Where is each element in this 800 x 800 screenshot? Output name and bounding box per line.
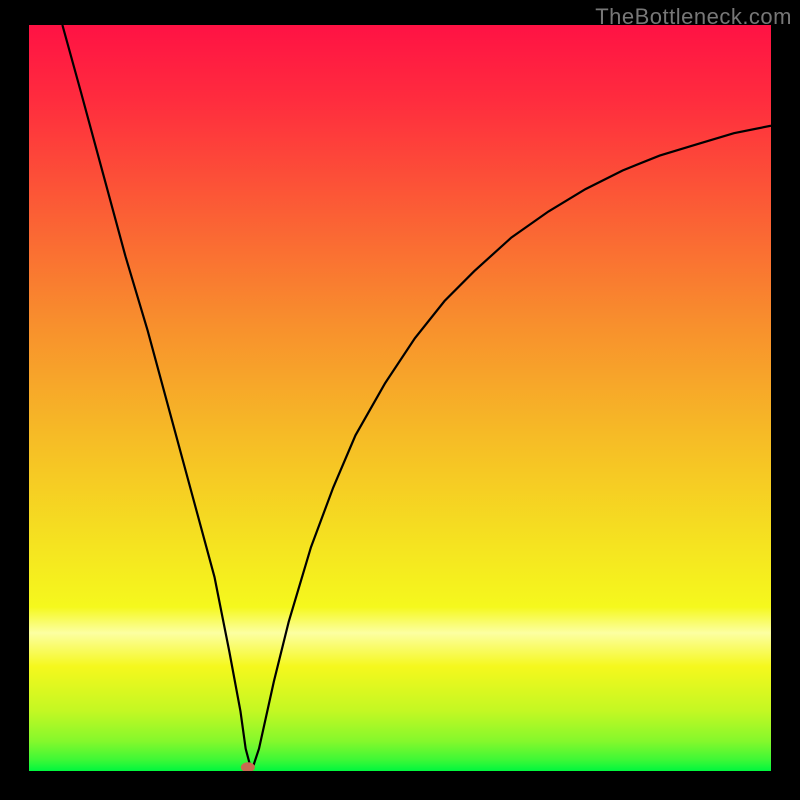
chart-plot-area (29, 25, 771, 771)
chart-marker (241, 762, 255, 771)
watermark-text: TheBottleneck.com (595, 4, 792, 30)
chart-curve (29, 25, 771, 771)
